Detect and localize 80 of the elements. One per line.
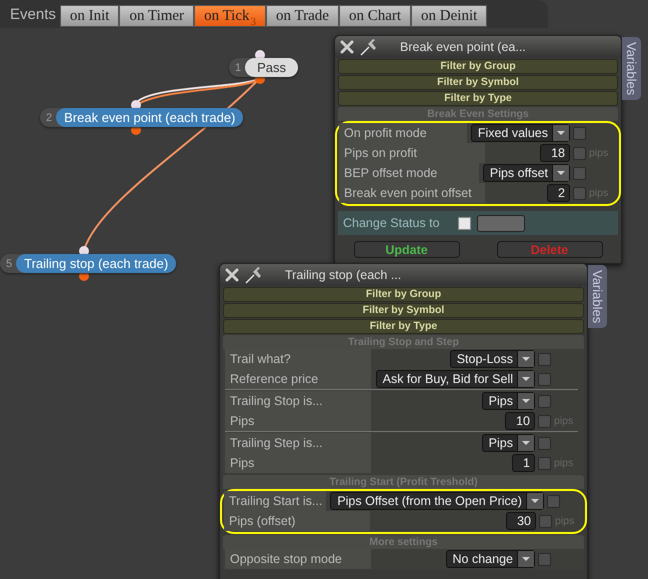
checkbox[interactable] [573,166,586,180]
checkbox[interactable] [539,514,552,528]
setting-label: Trailing Start is... [224,491,326,511]
node-label: Trailing stop (each trade) [16,254,176,273]
setting-label: Trail what? [225,349,371,369]
checkbox[interactable] [538,394,551,408]
flow-node[interactable]: 1 Pass [229,58,298,77]
node-number: 1 [235,62,242,74]
checkbox[interactable] [538,436,551,450]
node-label: Break even point (each trade) [56,108,244,127]
dropdown[interactable]: No change [446,550,535,568]
filter-header[interactable]: Filter by Type [223,319,584,334]
event-tab[interactable]: on Chart [338,5,412,27]
caret-icon [517,351,534,367]
setting-label: Opposite stop mode [225,549,371,569]
checkbox[interactable] [573,146,586,160]
event-tab[interactable]: on Init [60,5,120,27]
setting-label: On profit mode [339,123,467,143]
checkbox[interactable] [546,494,560,508]
setting-label: Pips on profit [339,143,485,163]
setting-label: Pips [225,411,371,431]
tab-count: 3 [250,16,256,28]
caret-icon [552,125,569,141]
caret-icon [517,435,534,451]
number-field[interactable]: 10 [505,412,535,430]
color-swatch[interactable] [476,214,525,232]
checkbox[interactable] [538,552,551,566]
caret-icon [517,371,534,387]
event-tab[interactable]: on Timer [119,5,194,27]
checkbox[interactable] [573,186,586,200]
close-icon[interactable] [225,268,239,282]
checkbox[interactable] [458,216,471,230]
setting-label: Pips [225,453,371,473]
flow-node[interactable]: 2 Break even point (each trade) [40,108,244,127]
number-field[interactable]: 2 [547,184,570,202]
status-label: Change Status to [343,216,440,230]
number-field[interactable]: 18 [540,144,570,162]
setting-label: Break even point offset [339,183,485,203]
setting-label: Trailing Stop is... [225,391,371,411]
filter-header[interactable]: Filter by Group [223,287,584,302]
setting-label: Pips (offset) [224,511,370,531]
panel-title: Trailing stop (each ... [285,268,402,282]
variables-tab[interactable]: Variables [588,265,607,328]
checkbox[interactable] [538,414,551,428]
event-tab[interactable]: on Deinit [411,5,488,27]
node-number: 2 [46,112,52,124]
dropdown[interactable]: Pips [482,392,535,410]
filter-header[interactable]: Filter by Symbol [223,303,584,318]
events-label: Events [10,6,56,22]
dropdown[interactable]: Ask for Buy, Bid for Sell [376,370,535,388]
filter-header[interactable]: Filter by Type [338,91,618,106]
number-field[interactable]: 30 [506,512,536,530]
filter-header[interactable]: Filter by Group [338,59,618,74]
setting-label: BEP offset mode [339,163,479,183]
panel-title: Break even point (ea... [400,40,526,54]
number-field[interactable]: 1 [512,454,535,472]
dropdown[interactable]: Fixed values [470,124,570,142]
setting-label: Reference price [225,369,371,389]
setting-label: Trailing Step is... [225,433,371,453]
event-tab[interactable]: on Tick$_{3}$ [194,5,266,27]
close-icon[interactable] [340,40,354,54]
node-number: 5 [6,258,12,270]
dropdown[interactable]: Pips Offset (from the Open Price) [330,492,544,510]
node-label: Pass [245,58,298,77]
caret-icon [552,165,569,181]
filter-header[interactable]: Filter by Symbol [338,75,618,90]
dropdown[interactable]: Pips [482,434,535,452]
caret-icon [517,393,534,409]
event-tab[interactable]: on Trade [266,5,339,27]
variables-tab[interactable]: Variables [622,37,641,100]
checkbox[interactable] [538,352,551,366]
dropdown[interactable]: Pips offset [482,164,570,182]
checkbox[interactable] [538,372,551,386]
caret-icon [517,551,534,567]
checkbox[interactable] [538,456,551,470]
update-button[interactable]: Update [354,241,460,258]
flow-node[interactable]: 5 Trailing stop (each trade) [0,254,176,273]
dropdown[interactable]: Stop-Loss [450,350,535,368]
checkbox[interactable] [573,126,586,140]
caret-icon [526,493,543,509]
